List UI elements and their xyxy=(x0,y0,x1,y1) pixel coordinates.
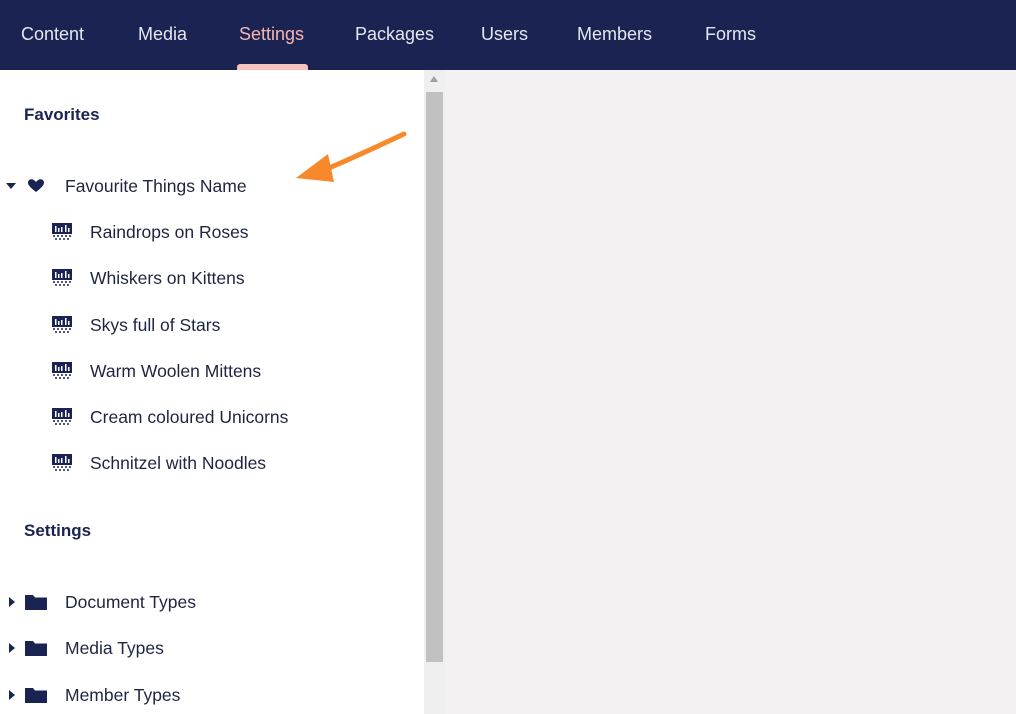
tree-item-member-types[interactable]: Member Types xyxy=(0,675,424,714)
tree-item-skys-full-of-stars[interactable]: Skys full of Stars xyxy=(0,305,424,345)
tree-item-label: Whiskers on Kittens xyxy=(90,268,245,288)
tree-item-cream-coloured-unicorns[interactable]: Cream coloured Unicorns xyxy=(0,397,424,437)
nav-item-packages[interactable]: Packages xyxy=(355,0,434,70)
tree-item-label: Raindrops on Roses xyxy=(90,222,249,242)
main-content-area xyxy=(445,70,1016,714)
tree-item-label: Member Types xyxy=(65,685,181,705)
top-navigation: Content Media Settings Packages Users Me… xyxy=(0,0,1016,70)
nav-item-forms[interactable]: Forms xyxy=(705,0,756,70)
barcode-icon xyxy=(52,269,72,286)
settings-section-title: Settings xyxy=(24,521,92,540)
scroll-up-arrow-icon[interactable] xyxy=(430,76,438,82)
tree-item-label: Media Types xyxy=(65,638,164,658)
nav-item-settings[interactable]: Settings xyxy=(239,0,304,70)
barcode-icon xyxy=(52,408,72,425)
tree-item-label: Warm Woolen Mittens xyxy=(90,361,262,381)
folder-icon xyxy=(25,595,47,610)
heart-icon xyxy=(28,179,44,192)
tree-item-media-types[interactable]: Media Types xyxy=(0,628,424,668)
tree-item-label: Schnitzel with Noodles xyxy=(90,453,267,473)
caret-down-icon[interactable] xyxy=(5,179,17,193)
tree-item-raindrops-on-roses[interactable]: Raindrops on Roses xyxy=(0,212,424,252)
folder-icon xyxy=(25,641,47,656)
tree-item-label: Favourite Things Name xyxy=(65,176,247,196)
tree-item-document-types[interactable]: Document Types xyxy=(0,582,424,622)
nav-item-media[interactable]: Media xyxy=(138,0,187,70)
tree-item-schnitzel-with-noodles[interactable]: Schnitzel with Noodles xyxy=(0,443,424,483)
tree-scrollbar[interactable] xyxy=(424,70,445,714)
folder-icon xyxy=(25,688,47,703)
scrollbar-thumb[interactable] xyxy=(426,92,443,662)
nav-item-members[interactable]: Members xyxy=(577,0,652,70)
tree-item-label: Document Types xyxy=(65,592,196,612)
caret-right-icon[interactable] xyxy=(5,641,17,655)
caret-right-icon[interactable] xyxy=(5,595,17,609)
barcode-icon xyxy=(52,223,72,240)
favorites-section-title: Favorites xyxy=(24,105,100,124)
barcode-icon xyxy=(52,362,72,379)
tree-item-warm-woolen-mittens[interactable]: Warm Woolen Mittens xyxy=(0,351,424,391)
tree-item-favourite-things-name[interactable]: Favourite Things Name xyxy=(0,166,424,206)
barcode-icon xyxy=(52,454,72,471)
tree-item-label: Cream coloured Unicorns xyxy=(90,407,289,427)
tree-item-label: Skys full of Stars xyxy=(90,315,221,335)
tree-item-whiskers-on-kittens[interactable]: Whiskers on Kittens xyxy=(0,258,424,298)
barcode-icon xyxy=(52,316,72,333)
caret-right-icon[interactable] xyxy=(5,688,17,702)
nav-item-content[interactable]: Content xyxy=(21,0,84,70)
nav-item-users[interactable]: Users xyxy=(481,0,528,70)
tree-panel: Favorites Favourite Things Name Raindrop… xyxy=(0,70,424,714)
